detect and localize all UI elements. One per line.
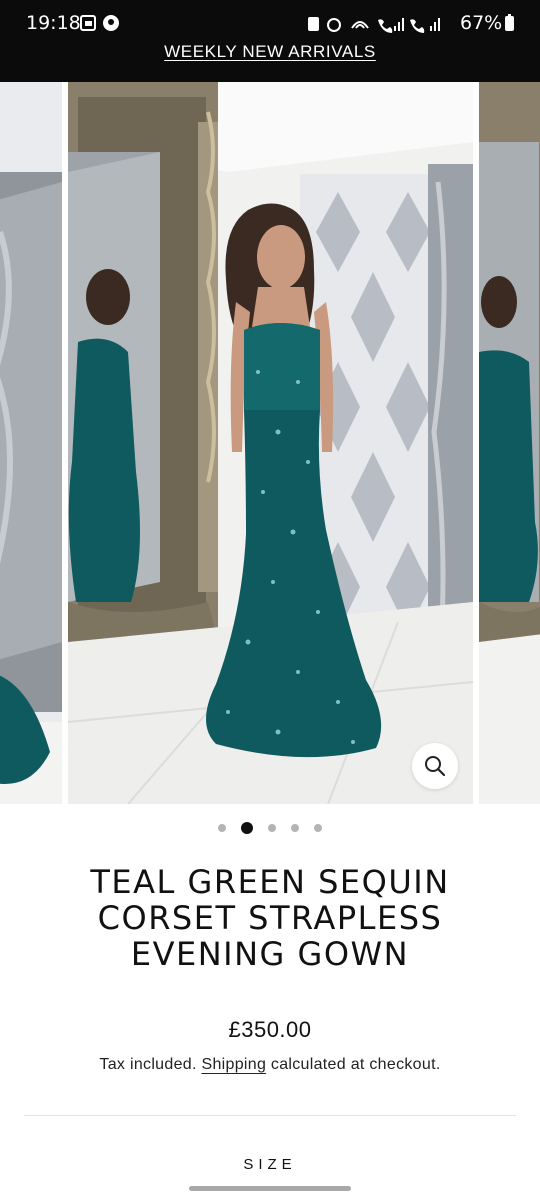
carousel-dot-active[interactable] [241, 822, 253, 834]
carousel-pagination [0, 820, 540, 836]
main-product-image[interactable] [68, 82, 473, 804]
status-bar: 19:18 67% [0, 0, 540, 48]
search-icon [425, 756, 446, 777]
gallery-notification-icon [80, 15, 96, 31]
product-title: TEAL GREEN SEQUIN CORSET STRAPLESS EVENI… [90, 863, 450, 973]
carousel-dot[interactable] [218, 824, 226, 832]
tax-note: Tax included. Shipping calculated at che… [0, 1056, 540, 1074]
account-notification-icon [103, 15, 119, 31]
section-divider [24, 1115, 516, 1116]
carousel-dot[interactable] [291, 824, 299, 832]
previous-slide-image[interactable] [0, 82, 62, 804]
status-time: 19:18 [26, 12, 81, 34]
battery-percentage: 67% [460, 12, 503, 34]
size-option-label: SIZE [243, 1156, 297, 1173]
product-price: £350.00 [228, 1017, 312, 1042]
system-status-icons [308, 17, 440, 33]
announcement-link[interactable]: WEEKLY NEW ARRIVALS [0, 42, 540, 62]
product-image-carousel[interactable] [0, 82, 540, 804]
battery-icon [505, 14, 514, 31]
tax-included-text: Tax included. [99, 1056, 197, 1073]
carousel-dot[interactable] [314, 824, 322, 832]
top-bar: 19:18 67% WEEKLY NEW ARRIVALS [0, 0, 540, 82]
next-slide-image[interactable] [479, 82, 540, 804]
checkout-note-text: calculated at checkout. [270, 1056, 441, 1073]
carousel-dot[interactable] [268, 824, 276, 832]
zoom-button[interactable] [412, 743, 458, 789]
shipping-link[interactable]: Shipping [201, 1056, 266, 1073]
home-indicator[interactable] [189, 1186, 351, 1191]
